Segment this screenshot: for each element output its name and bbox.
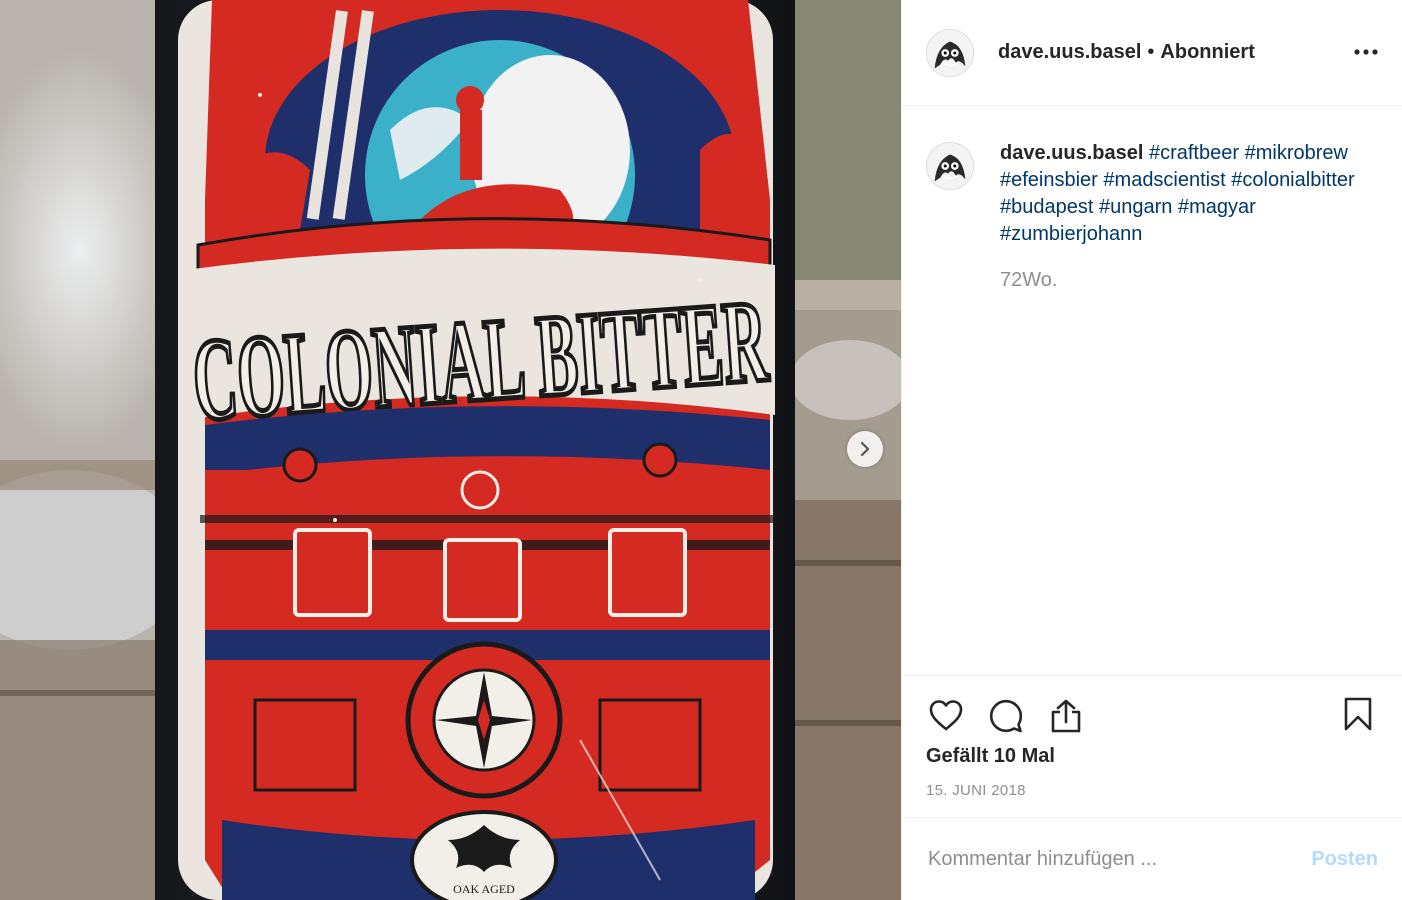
post-sidebar: dave.uus.basel • Abonniert dave.uus.base… [901, 0, 1402, 900]
caption-username-link[interactable]: dave.uus.basel [1000, 142, 1143, 164]
avatar[interactable] [926, 142, 974, 190]
like-button[interactable] [926, 696, 966, 736]
post-header: dave.uus.basel • Abonniert [902, 0, 1402, 106]
instagram-post: COLONIAL BITTER OAK AGED [0, 0, 1402, 900]
hashtag-link[interactable]: #budapest [1000, 196, 1093, 218]
comment-input[interactable] [926, 846, 1312, 872]
caption-comment: dave.uus.basel #craftbeer #mikrobrew #ef… [926, 140, 1378, 294]
username-link[interactable]: dave.uus.basel [998, 41, 1141, 64]
post-comment-button[interactable]: Posten [1311, 848, 1378, 871]
hashtag-link[interactable]: #magyar [1178, 196, 1256, 218]
comment-icon [989, 699, 1023, 732]
post-photo: COLONIAL BITTER OAK AGED [0, 0, 901, 900]
more-horizontal-icon [1354, 49, 1378, 55]
svg-text:OAK AGED: OAK AGED [453, 882, 515, 896]
hashtag-link[interactable]: #colonialbitter [1231, 169, 1354, 191]
action-icons [926, 676, 1378, 751]
comment-button[interactable] [986, 696, 1026, 736]
hashtag-link[interactable]: #ungarn [1099, 196, 1172, 218]
chevron-right-icon [860, 441, 870, 457]
share-button[interactable] [1046, 696, 1086, 736]
caption-body: dave.uus.basel #craftbeer #mikrobrew #ef… [1000, 140, 1378, 248]
caption-age[interactable]: 72Wo. [1000, 267, 1378, 294]
post-media[interactable]: COLONIAL BITTER OAK AGED [0, 0, 901, 900]
separator-dot: • [1147, 41, 1155, 63]
follow-status-button[interactable]: Abonniert [1160, 41, 1254, 64]
hashtag-link[interactable]: #efeinsbier [1000, 169, 1098, 191]
caption-text: dave.uus.basel #craftbeer #mikrobrew #ef… [1000, 140, 1378, 294]
actions-section: Gefällt 10 Mal 15. JUNI 2018 [902, 675, 1402, 817]
heart-icon [929, 699, 963, 730]
hashtag-link[interactable]: #craftbeer [1149, 142, 1239, 164]
hashtag-link[interactable]: #zumbierjohann [1000, 223, 1142, 245]
bookmark-icon [1344, 697, 1372, 731]
hashtag-link[interactable]: #madscientist [1103, 169, 1225, 191]
post-date[interactable]: 15. JUNI 2018 [926, 782, 1378, 799]
save-button[interactable] [1338, 694, 1378, 734]
avatar[interactable] [926, 28, 974, 77]
share-icon [1051, 699, 1081, 732]
more-options-button[interactable] [1352, 38, 1380, 66]
add-comment-bar: Posten [902, 817, 1402, 900]
next-image-button[interactable] [847, 431, 883, 467]
comments-section: dave.uus.basel #craftbeer #mikrobrew #ef… [902, 106, 1402, 675]
hashtag-link[interactable]: #mikrobrew [1245, 142, 1348, 164]
